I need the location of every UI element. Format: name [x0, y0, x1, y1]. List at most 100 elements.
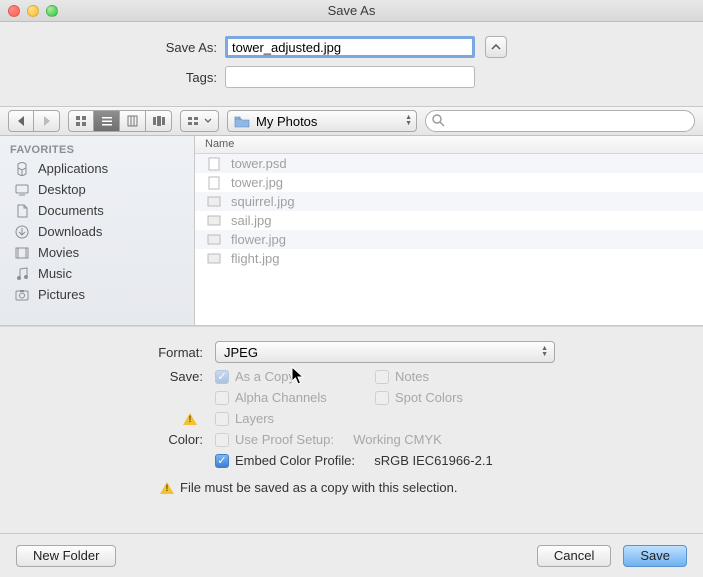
updown-arrows-icon: ▲▼ [405, 115, 412, 127]
grid-icon [75, 115, 87, 127]
sidebar-item-label: Applications [38, 161, 108, 176]
as-a-copy-checkbox: ✓As a Copy [215, 369, 375, 384]
file-row[interactable]: tower.psd [195, 154, 703, 173]
triangle-left-icon [17, 116, 25, 126]
sidebar-item-desktop[interactable]: Desktop [0, 179, 194, 200]
sidebar-item-label: Movies [38, 245, 79, 260]
music-icon [14, 267, 30, 281]
sidebar-item-downloads[interactable]: Downloads [0, 221, 194, 242]
movies-icon [14, 247, 30, 259]
downloads-icon [14, 225, 30, 239]
checkbox-checked-icon: ✓ [215, 370, 229, 384]
file-name: squirrel.jpg [231, 194, 295, 209]
checkbox-icon [215, 433, 229, 447]
file-name: tower.psd [231, 156, 287, 171]
format-value: JPEG [224, 345, 258, 360]
embed-profile-checkbox[interactable]: ✓Embed Color Profile: sRGB IEC61966-2.1 [215, 453, 493, 468]
column-header-name[interactable]: Name [195, 136, 703, 154]
save-button[interactable]: Save [623, 545, 687, 567]
tags-label: Tags: [20, 70, 225, 85]
search-input[interactable] [425, 110, 695, 132]
columns-icon [127, 115, 139, 127]
file-icon [207, 176, 221, 190]
pictures-icon [14, 289, 30, 301]
saveas-label: Save As: [20, 40, 225, 55]
file-icon [207, 253, 221, 264]
close-window-button[interactable] [8, 5, 20, 17]
coverflow-icon [152, 115, 166, 127]
chevron-down-icon [204, 118, 212, 124]
checkbox-icon [215, 391, 229, 405]
window-title: Save As [0, 3, 703, 18]
sidebar-item-label: Music [38, 266, 72, 281]
notes-checkbox: Notes [375, 369, 429, 384]
browser-toolbar: My Photos ▲▼ [0, 106, 703, 136]
list-icon [101, 115, 113, 127]
checkbox-icon [375, 370, 389, 384]
list-view-button[interactable] [94, 110, 120, 132]
sidebar-item-label: Desktop [38, 182, 86, 197]
color-label: Color: [20, 432, 215, 447]
warning-icon [160, 481, 174, 495]
tags-input[interactable] [225, 66, 475, 88]
file-icon [207, 196, 221, 207]
new-folder-button[interactable]: New Folder [16, 545, 116, 567]
file-row[interactable]: flower.jpg [195, 230, 703, 249]
file-name: tower.jpg [231, 175, 283, 190]
location-popup[interactable]: My Photos ▲▼ [227, 110, 417, 132]
sidebar-item-music[interactable]: Music [0, 263, 194, 284]
alpha-channels-checkbox: Alpha Channels [215, 390, 375, 405]
file-icon [207, 157, 221, 171]
save-options-label: Save: [20, 369, 215, 384]
zoom-window-button[interactable] [46, 5, 58, 17]
file-name: flight.jpg [231, 251, 279, 266]
back-button[interactable] [8, 110, 34, 132]
icon-view-button[interactable] [68, 110, 94, 132]
chevron-up-icon [491, 43, 501, 51]
minimize-window-button[interactable] [27, 5, 39, 17]
file-row[interactable]: tower.jpg [195, 173, 703, 192]
sidebar-item-movies[interactable]: Movies [0, 242, 194, 263]
expand-collapse-button[interactable] [485, 36, 507, 58]
sidebar-item-pictures[interactable]: Pictures [0, 284, 194, 305]
file-browser: FAVORITES Applications Desktop Documents… [0, 136, 703, 326]
forward-button[interactable] [34, 110, 60, 132]
triangle-right-icon [43, 116, 51, 126]
saveas-input[interactable] [225, 36, 475, 58]
arrange-button[interactable] [180, 110, 219, 132]
proof-setup-checkbox: Use Proof Setup: Working CMYK [215, 432, 442, 447]
titlebar: Save As [0, 0, 703, 22]
nav-buttons [8, 110, 60, 132]
sidebar: FAVORITES Applications Desktop Documents… [0, 136, 195, 325]
folder-icon [234, 115, 250, 128]
file-name: sail.jpg [231, 213, 271, 228]
desktop-icon [14, 184, 30, 196]
dialog-footer: New Folder Cancel Save [0, 533, 703, 577]
format-label: Format: [20, 345, 215, 360]
checkbox-icon [215, 412, 229, 426]
window-controls [0, 5, 58, 17]
cancel-button[interactable]: Cancel [537, 545, 611, 567]
format-popup[interactable]: JPEG ▲▼ [215, 341, 555, 363]
layers-checkbox: Layers [215, 411, 274, 426]
applications-icon [14, 162, 30, 176]
arrange-icon [187, 115, 201, 127]
save-as-form: Save As: Tags: [0, 22, 703, 106]
file-icon [207, 215, 221, 226]
file-rows: tower.psd tower.jpg squirrel.jpg sail.jp… [195, 154, 703, 325]
sidebar-header: FAVORITES [0, 140, 194, 158]
column-view-button[interactable] [120, 110, 146, 132]
location-label: My Photos [256, 114, 317, 129]
coverflow-view-button[interactable] [146, 110, 172, 132]
checkbox-checked-icon: ✓ [215, 454, 229, 468]
file-row[interactable]: squirrel.jpg [195, 192, 703, 211]
sidebar-item-label: Pictures [38, 287, 85, 302]
sidebar-item-documents[interactable]: Documents [0, 200, 194, 221]
sidebar-item-applications[interactable]: Applications [0, 158, 194, 179]
file-row[interactable]: sail.jpg [195, 211, 703, 230]
file-row[interactable]: flight.jpg [195, 249, 703, 268]
file-list: Name tower.psd tower.jpg squirrel.jpg sa… [195, 136, 703, 325]
updown-arrows-icon: ▲▼ [541, 346, 548, 358]
save-options: Format: JPEG ▲▼ Save: ✓As a Copy Notes A… [0, 326, 703, 507]
search-field-wrap [425, 110, 695, 132]
